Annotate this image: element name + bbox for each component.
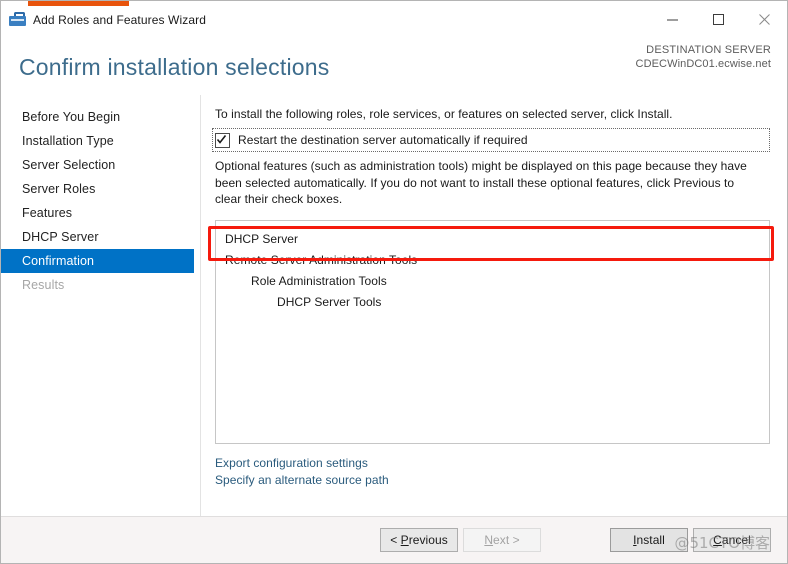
destination-server-block: DESTINATION SERVER CDECWinDC01.ecwise.ne…: [636, 43, 771, 71]
title-bar-left: Add Roles and Features Wizard: [1, 1, 206, 38]
close-icon[interactable]: [741, 1, 787, 38]
window-title: Add Roles and Features Wizard: [33, 12, 206, 27]
intro-text: To install the following roles, role ser…: [215, 107, 673, 121]
specify-alternate-source-path-link[interactable]: Specify an alternate source path: [215, 472, 389, 489]
list-item[interactable]: Role Administration Tools: [222, 271, 763, 292]
restart-checkbox-row[interactable]: Restart the destination server automatic…: [212, 128, 771, 152]
sidebar-item-installation-type[interactable]: Installation Type: [1, 129, 201, 153]
sidebar-item-server-roles[interactable]: Server Roles: [1, 177, 201, 201]
destination-server-name: CDECWinDC01.ecwise.net: [635, 58, 771, 70]
accent-bar: [28, 1, 129, 6]
sidebar-item-server-selection[interactable]: Server Selection: [1, 153, 201, 177]
wizard-content: To install the following roles, role ser…: [201, 95, 787, 516]
title-bar: Add Roles and Features Wizard: [1, 1, 787, 38]
sidebar-item-dhcp-server[interactable]: DHCP Server: [1, 225, 201, 249]
install-button[interactable]: Install: [610, 528, 688, 552]
selected-features-listbox[interactable]: DHCP Server Remote Server Administration…: [215, 219, 770, 444]
wizard-footer: < Previous Next > Install Cancel @51CTO博…: [1, 516, 787, 563]
destination-server-label: DESTINATION SERVER: [646, 44, 771, 56]
sidebar-item-before-you-begin[interactable]: Before You Begin: [1, 105, 201, 129]
wizard-steps-sidebar: Before You Begin Installation Type Serve…: [1, 95, 201, 516]
sidebar-item-confirmation[interactable]: Confirmation: [1, 249, 194, 273]
minimize-icon[interactable]: [649, 1, 695, 38]
sidebar-item-features[interactable]: Features: [1, 201, 201, 225]
sidebar-item-results: Results: [22, 278, 65, 292]
window-controls: [649, 1, 787, 38]
next-button: Next >: [463, 528, 541, 552]
wizard-body: Before You Begin Installation Type Serve…: [1, 95, 787, 516]
export-configuration-settings-link[interactable]: Export configuration settings: [215, 455, 368, 472]
page-title: Confirm installation selections: [19, 54, 330, 80]
list-item[interactable]: DHCP Server: [222, 229, 763, 250]
cancel-button[interactable]: Cancel: [693, 528, 771, 552]
page-header: Confirm installation selections DESTINAT…: [1, 38, 787, 95]
restart-checkbox-label: Restart the destination server automatic…: [238, 133, 528, 147]
add-roles-and-features-wizard-window: Add Roles and Features Wizard Confirm in…: [0, 0, 788, 564]
previous-button[interactable]: < Previous: [380, 528, 458, 552]
list-item[interactable]: Remote Server Administration Tools: [222, 250, 763, 271]
server-tools-icon: [9, 11, 26, 28]
wizard-links: Export configuration settings Specify an…: [215, 455, 771, 489]
restart-checkbox[interactable]: [215, 132, 230, 148]
optional-features-note: Optional features (such as administratio…: [215, 159, 747, 206]
list-item[interactable]: DHCP Server Tools: [222, 292, 763, 313]
maximize-icon[interactable]: [695, 1, 741, 38]
